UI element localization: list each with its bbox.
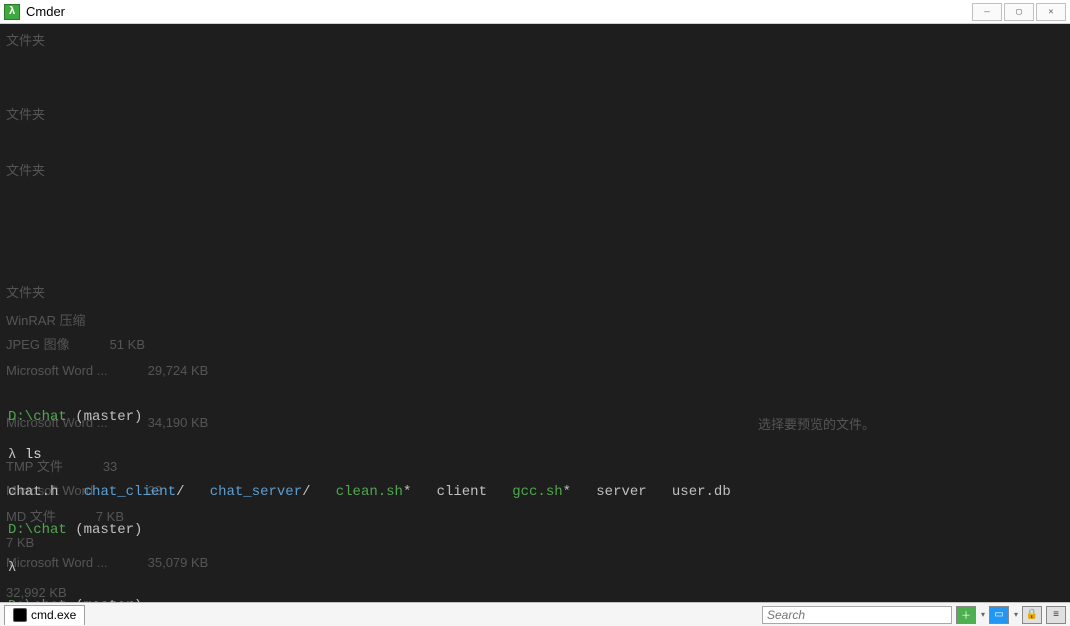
prompt-lambda: λ (8, 447, 25, 463)
command-text: ls (25, 447, 42, 463)
maximize-button[interactable]: ▢ (1004, 3, 1034, 21)
console-tab[interactable]: cmd.exe (4, 605, 85, 625)
ghost-text: 文件夹 (6, 284, 45, 302)
menu-button[interactable]: ≡ (1046, 606, 1066, 624)
console-icon (13, 608, 27, 622)
app-icon: λ (4, 4, 20, 20)
prompt-branch: (master) (75, 522, 142, 538)
ls-output-line: chat.h chat_client/ chat_server/ clean.s… (8, 483, 1062, 502)
new-tab-button[interactable]: ＋ (956, 606, 976, 624)
prompt-lambda: λ (8, 560, 16, 576)
window-title: Cmder (26, 4, 65, 19)
prompt-path: D:\chat (8, 598, 67, 602)
ghost-text: 文件夹 (6, 32, 45, 50)
ls-item: client (437, 484, 487, 500)
ghost-text: 文件夹 (6, 162, 45, 180)
minimize-button[interactable]: — (972, 3, 1002, 21)
ghost-text: JPEG 图像51 KB (6, 336, 145, 354)
ls-item: chat_client (84, 484, 176, 500)
terminal-output[interactable]: 文件夹 文件夹 文件夹 文件夹 WinRAR 压缩 JPEG 图像51 KB M… (0, 24, 1070, 602)
ls-item: user.db (672, 484, 731, 500)
close-button[interactable]: ✕ (1036, 3, 1066, 21)
ghost-text: Microsoft Word ...29,724 KB (6, 362, 208, 380)
prompt-path: D:\chat (8, 409, 67, 425)
ls-item: gcc.sh (512, 484, 562, 500)
dropdown-icon[interactable]: ▾ (981, 610, 985, 619)
window-button[interactable]: ▭ (989, 606, 1009, 624)
ghost-text: 文件夹 (6, 106, 45, 124)
ls-item: chat.h (8, 484, 58, 500)
search-input[interactable] (762, 606, 952, 624)
status-bar: cmd.exe ＋ ▾ ▭ ▾ 🔒 ≡ (0, 602, 1070, 626)
ls-item: server (596, 484, 646, 500)
ls-item: chat_server (210, 484, 302, 500)
prompt-path: D:\chat (8, 522, 67, 538)
prompt-branch: (master) (75, 409, 142, 425)
prompt-branch: (master) (75, 598, 142, 602)
window-titlebar: λ Cmder — ▢ ✕ (0, 0, 1070, 24)
ghost-text: WinRAR 压缩 (6, 312, 85, 330)
dropdown-icon[interactable]: ▾ (1014, 610, 1018, 619)
ls-item: clean.sh (336, 484, 403, 500)
lock-button[interactable]: 🔒 (1022, 606, 1042, 624)
tab-label: cmd.exe (31, 608, 76, 622)
